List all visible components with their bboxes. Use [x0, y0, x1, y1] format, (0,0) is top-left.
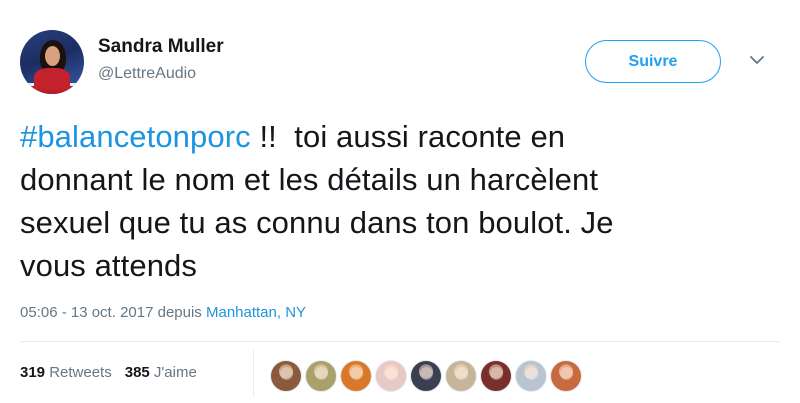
author-avatar[interactable]	[20, 30, 84, 94]
liker-avatars	[270, 360, 582, 392]
tweet-text-line: donnant le nom et les détails un harcèle…	[20, 162, 599, 197]
avatar-dress	[34, 68, 70, 90]
tweet-timestamp[interactable]: 05:06 - 13 oct. 2017 depuis	[20, 304, 206, 321]
tweet-text-line: sexuel que tu as connu dans ton boulot. …	[20, 205, 614, 240]
liker-avatar[interactable]	[410, 360, 442, 392]
liker-avatar[interactable]	[445, 360, 477, 392]
liker-avatar[interactable]	[550, 360, 582, 392]
retweets-count: 319	[20, 364, 46, 381]
liker-avatar[interactable]	[515, 360, 547, 392]
liker-avatar[interactable]	[305, 360, 337, 392]
avatar-face	[45, 46, 60, 66]
tweet-meta: 05:06 - 13 oct. 2017 depuis Manhattan, N…	[20, 304, 306, 321]
likes-count: 385	[124, 364, 150, 381]
liker-avatar[interactable]	[375, 360, 407, 392]
likes-label: J'aime	[149, 364, 197, 381]
liker-avatar[interactable]	[340, 360, 372, 392]
stats-spacer	[112, 364, 125, 381]
retweets-label: Retweets	[45, 364, 112, 381]
tweet-text-line: vous attends	[20, 248, 197, 283]
liker-avatar[interactable]	[270, 360, 302, 392]
divider	[20, 341, 780, 342]
tweet-stats: 319 Retweets 385 J'aime	[20, 364, 197, 381]
tweet-text: #balancetonporc !! toi aussi raconte en …	[20, 115, 780, 287]
retweets-stat[interactable]: 319 Retweets	[20, 364, 112, 381]
tweet-location-link[interactable]: Manhattan, NY	[206, 304, 306, 321]
author-name[interactable]: Sandra Muller	[98, 36, 224, 58]
chevron-down-icon[interactable]	[749, 52, 765, 68]
stats-divider	[253, 350, 254, 396]
tweet-text-line: #balancetonporc !! toi aussi raconte en	[20, 115, 780, 158]
hashtag-link[interactable]: #balancetonporc	[20, 119, 251, 154]
author-handle[interactable]: @LettreAudio	[98, 65, 196, 83]
liker-avatar[interactable]	[480, 360, 512, 392]
likes-stat[interactable]: 385 J'aime	[125, 364, 197, 381]
follow-button[interactable]: Suivre	[585, 40, 721, 83]
tweet-text-segment: !! toi aussi raconte en	[250, 119, 566, 154]
